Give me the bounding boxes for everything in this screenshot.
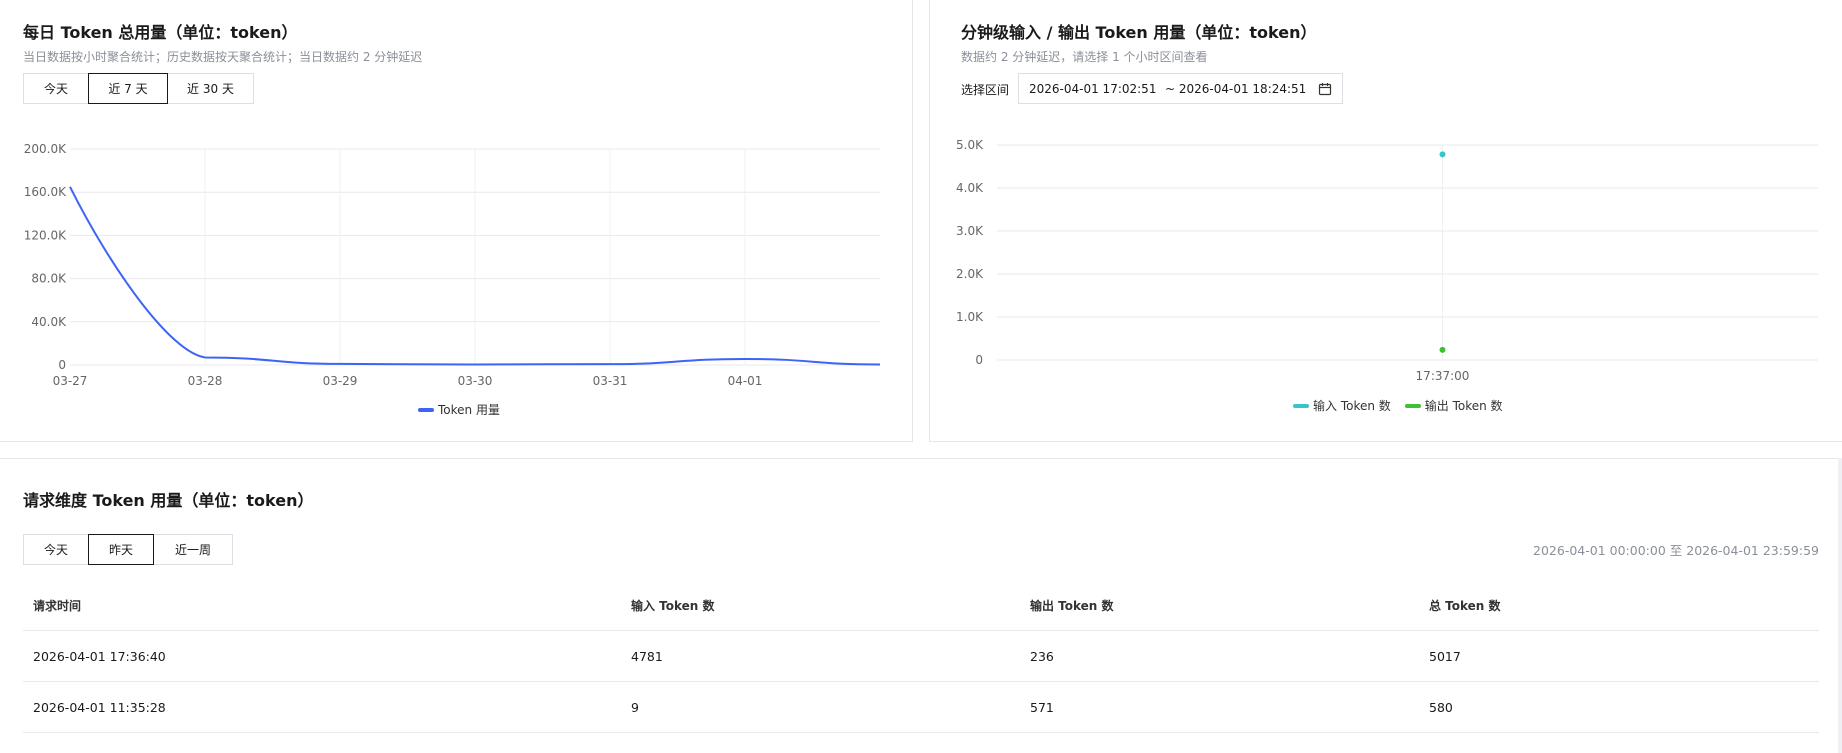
legend-output-label: 输出 Token 数 [1424,399,1503,413]
y-tick-label: 0 [58,358,66,372]
daily-legend[interactable]: Token 用量 [418,401,500,418]
x-tick-label: 03-28 [188,374,223,388]
y-tick-label: 1.0K [956,310,984,324]
cell-total-tokens: 5017 [1429,648,1461,664]
request-date-range: 2026-04-01 00:00:00 至 2026-04-01 23:59:5… [1533,543,1819,558]
column-header: 请求时间 [33,599,82,613]
tab-last-7-days[interactable]: 近 7 天 [88,73,168,104]
range-label: 选择区间 [961,83,1010,97]
y-tick-label: 5.0K [956,138,984,152]
daily-range-tabs: 今天 近 7 天 近 30 天 [23,73,254,104]
legend-output[interactable]: 输出 Token 数 [1404,397,1503,414]
tab-today[interactable]: 今天 [23,73,89,104]
y-tick-label: 40.0K [31,315,67,329]
range-end-input[interactable]: ~ 2026-04-01 18:24:51 [1165,82,1306,96]
cell-input-tokens: 9 [631,699,639,715]
column-header: 输出 Token 数 [1030,599,1114,613]
x-tick-label: 03-31 [593,374,628,388]
x-tick-label: 03-29 [323,374,358,388]
minute-usage-panel: 分钟级输入 / 输出 Token 用量（单位：token） 数据约 2 分钟延迟… [929,0,1842,442]
point-output-tokens [1439,346,1446,353]
legend-input-swatch [1293,403,1309,408]
cell-request-time: 2026-04-01 17:36:40 [33,648,166,664]
y-tick-label: 120.0K [24,228,67,242]
cell-input-tokens: 4781 [631,648,663,664]
minute-usage-title: 分钟级输入 / 输出 Token 用量（单位：token） [961,23,1317,42]
cell-request-time: 2026-04-01 11:35:28 [33,699,166,715]
minute-legend: 输入 Token 数 输出 Token 数 [1293,397,1503,414]
scrollbar[interactable] [1838,458,1842,753]
point-input-tokens [1439,151,1446,158]
y-tick-label: 160.0K [24,185,67,199]
y-tick-label: 3.0K [956,224,984,238]
x-tick-label: 03-27 [53,374,88,388]
table-header: 请求时间 输入 Token 数 输出 Token 数 总 Token 数 [23,581,1819,631]
daily-legend-swatch [418,407,434,412]
daily-usage-title: 每日 Token 总用量（单位：token） [23,23,298,42]
daily-usage-chart: 0 40.0K 80.0K 120.0K 160.0K 200.0K 03-27 03-28 0… [24,142,881,388]
tab-last-week[interactable]: 近一周 [153,534,233,565]
request-range-tabs: 今天 昨天 近一周 [23,534,233,565]
minute-usage-subtitle: 数据约 2 分钟延迟，请选择 1 个小时区间查看 [961,50,1208,64]
x-tick-label: 17:37:00 [1416,369,1470,383]
table-row: 2026-04-01 11:35:28 9 571 580 [23,682,1819,733]
x-tick-label: 03-30 [458,374,493,388]
y-tick-label: 200.0K [24,142,67,156]
x-tick-label: 04-01 [728,374,763,388]
y-tick-label: 4.0K [956,181,984,195]
cell-total-tokens: 580 [1429,699,1453,715]
legend-input[interactable]: 输入 Token 数 [1293,397,1391,414]
cell-output-tokens: 571 [1030,699,1054,715]
y-tick-label: 80.0K [31,272,67,286]
tab-today[interactable]: 今天 [23,534,89,565]
request-usage-panel: 请求维度 Token 用量（单位：token） 今天 昨天 近一周 2026-0… [0,458,1842,753]
daily-legend-label: Token 用量 [438,403,500,417]
daily-usage-subtitle: 当日数据按小时聚合统计；历史数据按天聚合统计；当日数据约 2 分钟延迟 [23,50,423,64]
datetime-range-picker[interactable]: 2026-04-01 17:02:51 ~ 2026-04-01 18:24:5… [1018,73,1343,104]
tab-last-30-days[interactable]: 近 30 天 [167,73,254,104]
y-tick-label: 0 [975,353,983,367]
legend-input-label: 输入 Token 数 [1313,399,1391,413]
column-header: 总 Token 数 [1429,599,1501,613]
tab-yesterday[interactable]: 昨天 [88,534,154,565]
calendar-icon[interactable] [1318,82,1332,96]
y-tick-label: 2.0K [956,267,984,281]
column-header: 输入 Token 数 [631,599,715,613]
request-table: 请求时间 输入 Token 数 输出 Token 数 总 Token 数 202… [23,581,1819,733]
range-start-input[interactable]: 2026-04-01 17:02:51 [1029,82,1156,96]
cell-output-tokens: 236 [1030,648,1054,664]
table-row: 2026-04-01 17:36:40 4781 236 5017 [23,631,1819,682]
legend-output-swatch [1404,403,1421,408]
request-usage-title: 请求维度 Token 用量（单位：token） [23,491,314,510]
minute-usage-chart: 0 1.0K 2.0K 3.0K 4.0K 5.0K 17:37:00 [956,138,1818,383]
daily-usage-panel: 每日 Token 总用量（单位：token） 当日数据按小时聚合统计；历史数据按… [0,0,913,442]
